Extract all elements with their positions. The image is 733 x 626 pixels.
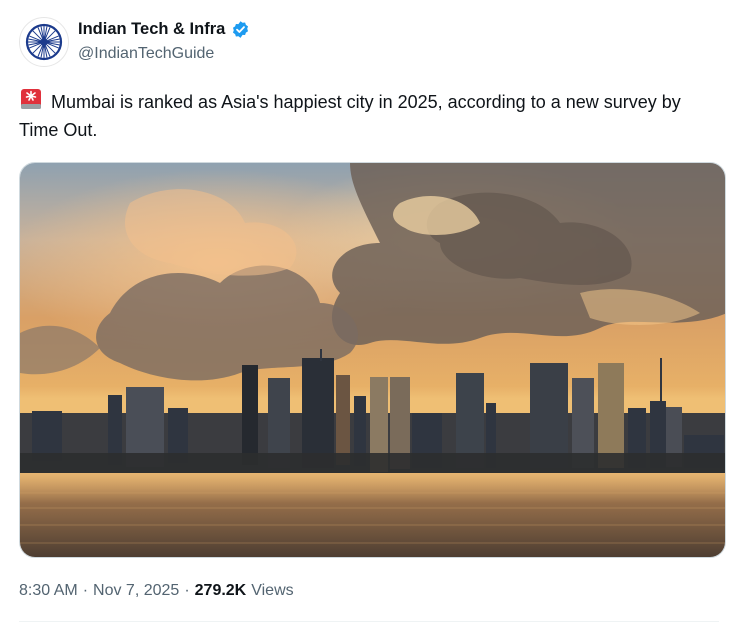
views-count[interactable]: 279.2K [195, 582, 247, 600]
mumbai-skyline-photo [20, 163, 725, 557]
tweet-date[interactable]: Nov 7, 2025 [93, 582, 179, 600]
author-handle[interactable]: @IndianTechGuide [78, 45, 214, 63]
rotating-light-emoji-icon [21, 89, 41, 109]
meta-separator: · [184, 582, 190, 599]
ashoka-chakra-icon [25, 23, 63, 61]
tweet-time[interactable]: 8:30 AM [19, 582, 78, 600]
tweet-body: Mumbai is ranked as Asia's happiest city… [19, 92, 681, 140]
tweet-photo[interactable] [19, 162, 726, 558]
avatar[interactable] [19, 17, 69, 67]
tweet-text: Mumbai is ranked as Asia's happiest city… [19, 87, 719, 144]
tweet-metadata: 8:30 AM · Nov 7, 2025 · 279.2K Views [19, 582, 294, 600]
views-label: Views [251, 582, 294, 599]
author-display-name[interactable]: Indian Tech & Infra [78, 20, 225, 39]
meta-separator: · [82, 582, 89, 599]
tweet-header: Indian Tech & Infra @IndianTechGuide [19, 17, 699, 67]
verified-badge-icon [233, 21, 249, 38]
author-name-row[interactable]: Indian Tech & Infra [78, 20, 250, 39]
divider [19, 621, 719, 622]
